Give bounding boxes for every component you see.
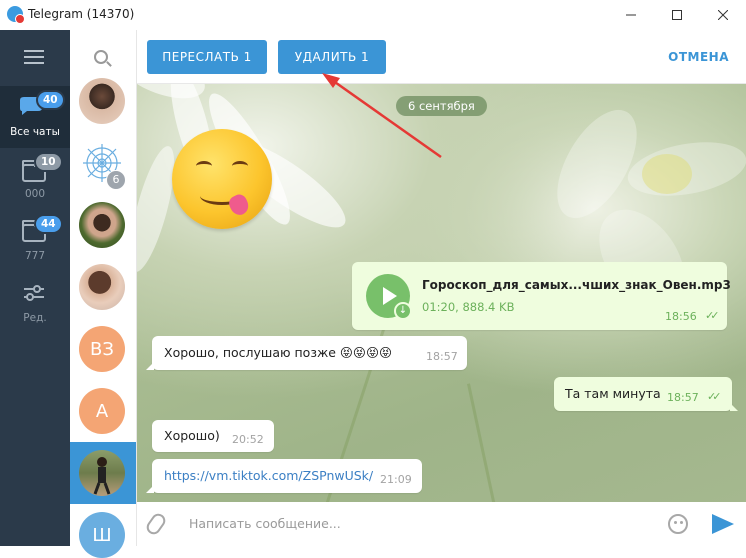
play-icon — [383, 287, 397, 305]
message-time: 21:09 — [380, 473, 412, 486]
sliders-icon — [24, 285, 44, 301]
send-icon[interactable] — [712, 514, 734, 534]
message-input[interactable]: Написать сообщение... — [189, 516, 341, 531]
close-icon — [718, 10, 728, 20]
composer: Написать сообщение... — [137, 502, 746, 546]
avatar[interactable] — [79, 450, 125, 496]
unread-badge: 44 — [34, 214, 63, 234]
scrollbar[interactable] — [741, 84, 745, 502]
audio-filename: Гороскоп_для_самых...чших_знак_Овен.mp3 — [422, 278, 731, 292]
telegram-logo-icon — [7, 6, 25, 24]
chat-panel: ПЕРЕСЛАТЬ 1 УДАЛИТЬ 1 ОТМЕНА 6 сентября — [137, 30, 746, 546]
folder-label: 000 — [24, 188, 46, 200]
folder-000[interactable]: 10 000 — [0, 148, 70, 210]
person-silhouette-icon — [93, 457, 111, 495]
minimize-icon — [626, 14, 636, 16]
message-time: 20:52 — [232, 433, 264, 446]
window-title: Telegram (14370) — [28, 7, 135, 21]
audio-message[interactable]: ↓ Гороскоп_для_самых...чших_знак_Овен.mp… — [352, 262, 731, 330]
message-time: 18:57 — [667, 391, 699, 404]
read-checks-icon: ✓✓ — [707, 390, 722, 403]
cancel-button[interactable]: ОТМЕНА — [668, 50, 729, 64]
title-bar: Telegram (14370) — [0, 0, 746, 30]
audio-meta: 01:20, 888.4 KB — [422, 300, 515, 314]
unread-badge: 40 — [36, 90, 65, 110]
avatar[interactable] — [79, 202, 125, 248]
avatar[interactable] — [79, 78, 125, 124]
close-button[interactable] — [700, 0, 746, 30]
maximize-icon — [672, 10, 682, 20]
folder-edit[interactable]: Ред. — [0, 272, 70, 334]
message-time: 18:56 — [665, 310, 697, 323]
forward-button[interactable]: ПЕРЕСЛАТЬ 1 — [147, 40, 267, 74]
folder-all-chats[interactable]: 40 Все чаты — [0, 86, 70, 148]
attach-icon[interactable] — [143, 510, 169, 538]
minimize-button[interactable] — [608, 0, 654, 30]
avatar[interactable]: Ш — [79, 512, 125, 558]
folder-label: Ред. — [23, 312, 47, 324]
folders-sidebar: 40 Все чаты 10 000 44 777 Ред. — [0, 30, 70, 546]
folder-label: Все чаты — [10, 126, 60, 138]
menu-icon[interactable] — [24, 50, 44, 64]
emoji-icon[interactable] — [668, 514, 688, 534]
folder-label: 777 — [24, 250, 46, 262]
date-separator: 6 сентября — [396, 96, 487, 116]
delete-button[interactable]: УДАЛИТЬ 1 — [278, 40, 386, 74]
message-text: Хорошо, послушаю позже 😝😝😝😝 — [164, 345, 393, 360]
chat-background: 6 сентября ↓ Гороскоп_для_самых...чших_з… — [137, 84, 746, 502]
selection-toolbar: ПЕРЕСЛАТЬ 1 УДАЛИТЬ 1 ОТМЕНА — [137, 30, 746, 84]
avatar[interactable]: ВЗ — [79, 326, 125, 372]
download-icon[interactable]: ↓ — [394, 302, 412, 320]
message-link[interactable]: https://vm.tiktok.com/ZSPnwUSk/ — [164, 468, 373, 483]
maximize-button[interactable] — [654, 0, 700, 30]
message-incoming[interactable]: Хорошо, послушаю позже 😝😝😝😝 18:57 — [146, 336, 467, 370]
avatar[interactable] — [79, 264, 125, 310]
avatar[interactable]: А — [79, 388, 125, 434]
unread-badge: 6 — [106, 170, 126, 190]
message-incoming[interactable]: Хорошо) 20:52 — [152, 420, 274, 452]
message-incoming[interactable]: https://vm.tiktok.com/ZSPnwUSk/ 21:09 — [146, 459, 422, 493]
message-outgoing[interactable]: Та там минута 18:57 ✓✓ — [554, 377, 738, 411]
folder-777[interactable]: 44 777 — [0, 210, 70, 272]
unread-badge: 10 — [34, 152, 63, 172]
message-text: Та там минута — [565, 386, 661, 401]
message-time: 18:57 — [426, 350, 458, 363]
emoji-sticker[interactable] — [172, 129, 272, 229]
chat-list: 6 ВЗ А Ш — [70, 30, 137, 558]
read-checks-icon: ✓✓ — [705, 309, 720, 322]
message-text: Хорошо) — [164, 428, 220, 443]
search-icon[interactable] — [94, 50, 108, 64]
